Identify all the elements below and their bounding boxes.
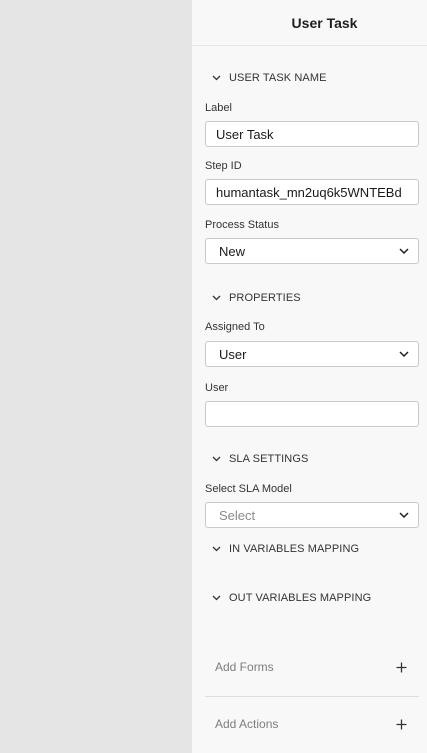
section-sla-settings[interactable]: SLA SETTINGS [210,453,308,465]
panel-header: User Task [192,0,427,46]
section-in-variables-mapping[interactable]: IN VARIABLES MAPPING [210,543,359,555]
step-id-input[interactable] [205,179,419,205]
chevron-down-icon [398,245,410,257]
assigned-to-field-label: Assigned To [205,321,265,333]
process-status-select[interactable]: New [205,238,419,264]
user-input[interactable] [205,401,419,427]
assigned-to-select[interactable]: User [205,341,419,367]
section-user-task-name[interactable]: USER TASK NAME [210,72,327,84]
user-field-label: User [205,382,229,394]
section-title: IN VARIABLES MAPPING [229,543,360,555]
divider [205,696,419,697]
section-title: USER TASK NAME [229,72,327,84]
section-properties[interactable]: PROPERTIES [210,292,301,304]
label-input[interactable] [205,121,419,147]
assigned-to-value: User [219,346,247,362]
panel-title: User Task [291,14,358,31]
step-id-field-label: Step ID [205,160,242,172]
chevron-down-icon [210,72,222,84]
plus-icon[interactable] [395,718,407,730]
plus-icon[interactable] [395,661,407,673]
add-forms-label: Add Forms [215,660,274,674]
canvas-area[interactable] [0,0,192,753]
properties-panel: User Task USER TASK NAME Label Step ID P… [192,0,427,753]
sla-model-placeholder: Select [219,507,256,523]
add-forms-row[interactable]: Add Forms [205,647,419,687]
chevron-down-icon [398,509,410,521]
sla-model-select[interactable]: Select [205,502,419,528]
chevron-down-icon [210,543,222,555]
sla-model-field-label: Select SLA Model [205,483,292,495]
add-actions-row[interactable]: Add Actions [205,704,419,744]
chevron-down-icon [210,453,222,465]
chevron-down-icon [398,348,410,360]
label-field-label: Label [205,102,232,114]
chevron-down-icon [210,292,222,304]
section-title: SLA SETTINGS [229,453,309,465]
chevron-down-icon [210,592,222,604]
process-status-value: New [219,243,246,259]
section-title: PROPERTIES [229,292,301,304]
section-title: OUT VARIABLES MAPPING [229,592,372,604]
add-actions-label: Add Actions [215,717,279,731]
process-status-field-label: Process Status [205,219,279,231]
section-out-variables-mapping[interactable]: OUT VARIABLES MAPPING [210,592,371,604]
